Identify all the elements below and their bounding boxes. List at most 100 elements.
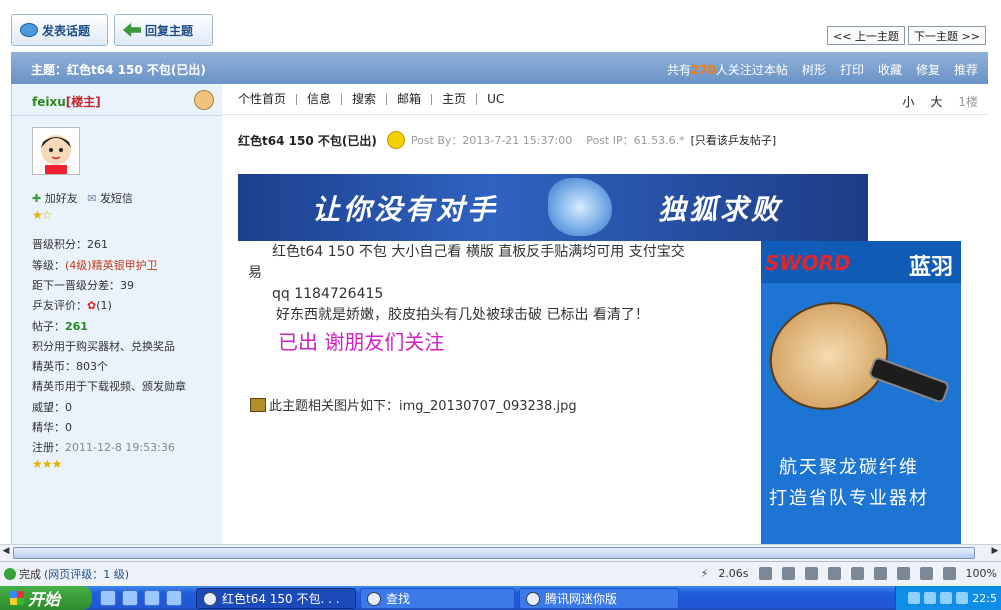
user-face-icon [194, 90, 214, 110]
task-search[interactable]: 查找 [360, 588, 515, 609]
post-menu: 个性首页 信息 搜索 邮箱 主页 UC 小 大 1楼 [222, 84, 988, 115]
watch-count-text: 共有270人关注过本帖 [666, 63, 788, 77]
zoom-icon[interactable] [942, 567, 956, 580]
load-speed: 2.06s [718, 567, 749, 580]
tray-icon-2[interactable] [924, 592, 937, 604]
eye-icon[interactable] [896, 567, 910, 580]
watch-count: 270 [690, 63, 716, 77]
ad-side-banner[interactable]: SWORD 蓝羽 航天聚龙碳纤维 打造省队专业器材 [754, 241, 961, 544]
quick-icon-3[interactable] [144, 590, 160, 606]
banner-right-text: 独狐求败 [658, 193, 783, 226]
topic-header: 主题：红色t64 150 不包(已出) 共有270人关注过本帖 树形 打印 收藏… [11, 52, 988, 84]
paddle-icon [754, 285, 904, 427]
font-large-link[interactable]: 大 [930, 93, 942, 110]
zoom-level[interactable]: 100% [966, 567, 997, 580]
menu-info[interactable]: 信息 [297, 93, 343, 105]
menu-homepage[interactable]: 个性首页 [222, 93, 298, 105]
tencent-task-icon [526, 591, 540, 606]
status-done: 完成 (网页评级：1 级) [4, 566, 129, 582]
check-icon [4, 568, 16, 580]
volume-icon[interactable] [827, 567, 841, 580]
task-search-label: 查找 [386, 592, 411, 606]
reply-topic-button[interactable]: 回复主题 [114, 14, 213, 46]
author-panel: feixu[楼主] ✚ 加好友 ✉ 发短信 ★☆ 晋级积分：261 等级：(4级… [11, 84, 223, 544]
post-line-2: 易 [248, 265, 262, 281]
tool-tree[interactable]: 树形 [802, 61, 826, 78]
tray-icon-1[interactable] [908, 592, 921, 604]
rating-row: 乒友评价：✿(1) [32, 299, 112, 312]
coins-row: 精英币：803个 [32, 360, 108, 373]
lightning-icon: ⚡ [700, 567, 709, 580]
font-small-link[interactable]: 小 [902, 93, 914, 110]
status-tray: ⚡ 2.06s 100% [701, 567, 997, 580]
tool-favorite[interactable]: 收藏 [878, 61, 902, 78]
rank-stars: ★☆ [32, 208, 52, 222]
post-topic-button[interactable]: 发表话题 [11, 14, 108, 46]
attachment-line[interactable]: 此主题相关图片如下：img_20130707_093238.jpg [250, 395, 577, 414]
paddle-handle-icon [867, 355, 951, 405]
add-friend-icon: ✚ [32, 192, 42, 205]
ad-brand-sword: SWORD [765, 251, 851, 275]
ad-line-1: 航天聚龙碳纤维 [779, 457, 919, 478]
menu-uc[interactable]: UC [477, 93, 514, 105]
post-topic-label: 发表话题 [42, 23, 91, 38]
task-browser[interactable]: 红色t64 150 不包. . . [196, 588, 356, 609]
tool-recommend[interactable]: 推荐 [954, 61, 978, 78]
scrollbar-thumb[interactable] [13, 547, 975, 559]
bottom-stars: ★★★ [32, 457, 62, 471]
ad-banner-top[interactable]: 让你没有对手 独狐求败 [238, 174, 868, 241]
start-button[interactable]: 开始 [0, 586, 92, 610]
only-author-link[interactable]: [只看该乒友帖子] [691, 132, 777, 148]
pen-icon[interactable] [758, 567, 772, 580]
topic-title: 主题：红色t64 150 不包(已出) [31, 63, 206, 77]
posts-note: 积分用于购买器材、兑换奖品 [32, 340, 175, 353]
coins-note: 精英币用于下载视频、颁发勋章 [32, 380, 186, 393]
post-date: Post By：2013-7-21 15:37:00 [410, 134, 573, 147]
menu-mailbox[interactable]: 邮箱 [387, 93, 433, 105]
send-message-link[interactable]: 发短信 [100, 192, 133, 205]
tray-icon-4[interactable] [956, 592, 969, 604]
ad-brand-strip: SWORD 蓝羽 [761, 241, 961, 283]
flower-icon: ✿ [87, 299, 97, 312]
floor-number: 1楼 [958, 95, 978, 109]
post-line-1: 红色t64 150 不包 大小自己看 横版 直板反手贴满均可用 支付宝交 [272, 244, 685, 260]
browser-status-bar: 完成 (网页评级：1 级) ⚡ 2.06s 100% [0, 561, 1001, 586]
page-grade[interactable]: (网页评级：1 级) [44, 566, 129, 582]
topic-tools: 共有270人关注过本帖 树形 打印 收藏 修复 推荐 [667, 61, 978, 78]
start-label: 开始 [28, 590, 61, 609]
tool-print[interactable]: 打印 [840, 61, 864, 78]
screenshot-icon[interactable] [850, 567, 864, 580]
divider [12, 115, 223, 116]
ie-icon[interactable] [100, 590, 116, 606]
post-header: 红色t64 150 不包(已出) Post By：2013-7-21 15:37… [238, 131, 776, 149]
shield-icon[interactable] [919, 567, 933, 580]
tray-icon-3[interactable] [940, 592, 953, 604]
task-browser-label: 红色t64 150 不包. . . [222, 592, 340, 606]
author-name[interactable]: feixu[楼主] [32, 93, 101, 110]
next-level-row: 距下一晋级分差：39 [32, 279, 134, 292]
add-friend-link[interactable]: 加好友 [45, 192, 78, 205]
horizontal-scrollbar[interactable]: ◀ ▶ [0, 544, 1001, 561]
essence-row: 精华：0 [32, 421, 72, 434]
clock[interactable]: 22:5 [972, 592, 997, 605]
font-size-controls: 小 大 1楼 [902, 93, 978, 110]
scroll-right-icon[interactable]: ▶ [989, 546, 1001, 560]
prev-topic-button[interactable]: << 上一主题 [827, 26, 905, 45]
refresh-icon[interactable] [873, 567, 887, 580]
level-row: 等级：(4级)精英银甲护卫 [32, 259, 158, 272]
scroll-left-icon[interactable]: ◀ [0, 546, 12, 560]
task-tencent[interactable]: 腾讯网迷你版 [519, 588, 679, 609]
post-content: 个性首页 信息 搜索 邮箱 主页 UC 小 大 1楼 红色t64 150 不包(… [222, 84, 988, 544]
next-topic-button[interactable]: 下一主题 >> [908, 26, 986, 45]
attachment-text: 此主题相关图片如下：img_20130707_093238.jpg [269, 399, 577, 414]
qq-task-icon [367, 591, 381, 606]
download-icon[interactable] [804, 567, 818, 580]
post-title: 红色t64 150 不包(已出) [238, 133, 377, 148]
pin-icon[interactable] [781, 567, 795, 580]
menu-search[interactable]: 搜索 [342, 93, 388, 105]
menu-home[interactable]: 主页 [432, 93, 478, 105]
quick-icon-4[interactable] [166, 590, 182, 606]
quick-icon-2[interactable] [122, 590, 138, 606]
tool-repair[interactable]: 修复 [916, 61, 940, 78]
fish-emblem-icon [548, 178, 612, 236]
